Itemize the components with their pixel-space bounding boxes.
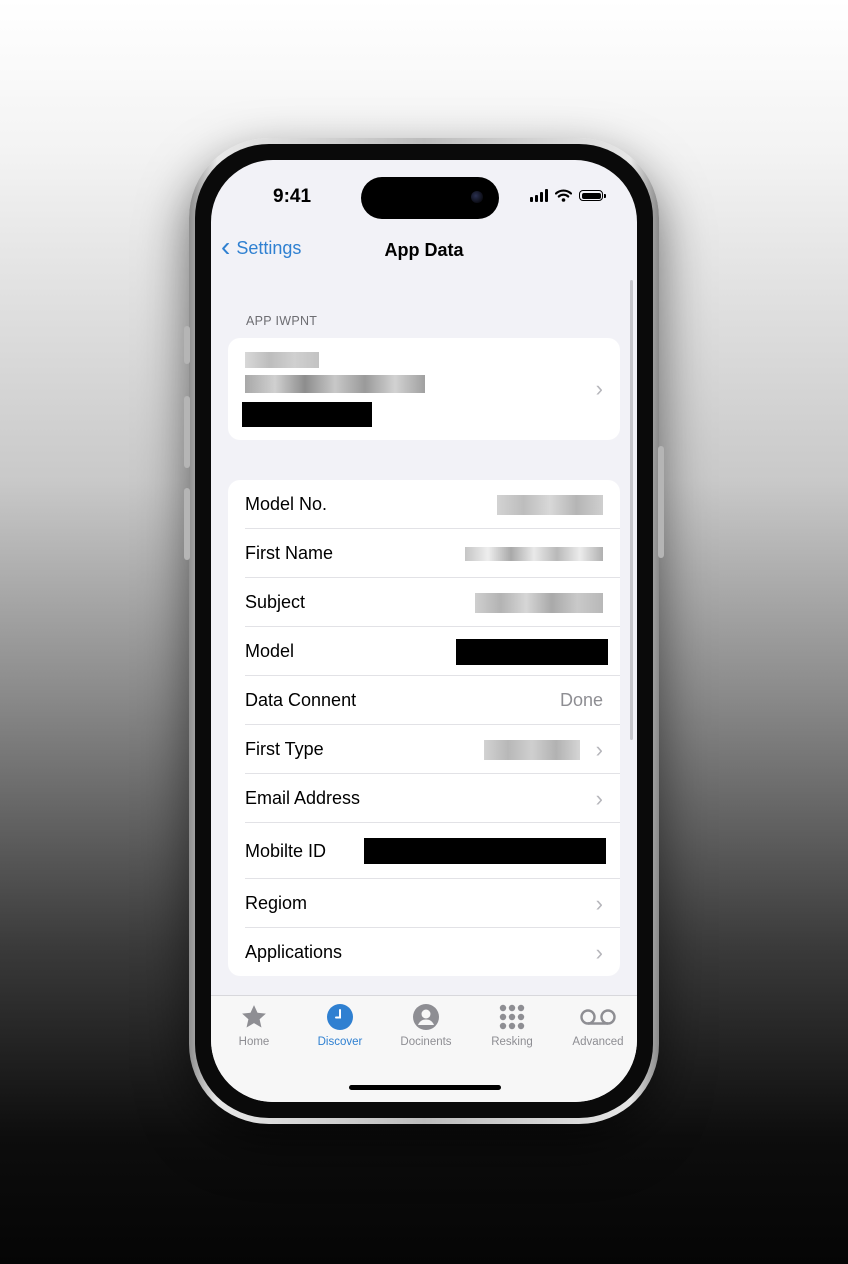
row-label: Model No. [245, 494, 328, 514]
status-time: 9:41 [273, 186, 312, 207]
tab-resking[interactable]: Resking [469, 1002, 555, 1048]
row-applications[interactable]: Applications › [228, 928, 620, 977]
battery-icon [579, 190, 606, 201]
tab-bar: Home Discover Docinents Resking Advanced [211, 995, 637, 1102]
row-label: Email Address [245, 788, 361, 808]
pixelated-value [475, 592, 603, 613]
redaction-bar [364, 838, 606, 864]
pixelated-text [245, 375, 425, 393]
row-label: First Name [245, 543, 334, 563]
row-model[interactable]: Model [228, 627, 620, 676]
voicemail-icon [580, 1009, 616, 1025]
phone-frame: 9:41 ‹ Settings App Data APP IWPNT › Mod… [184, 138, 664, 1124]
redaction-bar [456, 638, 608, 665]
status-icons [530, 189, 606, 202]
tab-label: Advanced [572, 1036, 624, 1048]
row-value: Done [559, 690, 603, 710]
signal-icon [530, 189, 548, 202]
row-subject[interactable]: Subject [228, 578, 620, 627]
row-email-address[interactable]: Email Address › [228, 774, 620, 823]
row-label: Regiom [245, 893, 308, 913]
row-first-name[interactable]: First Name [228, 529, 620, 578]
wifi-icon [555, 189, 572, 202]
row-model-no[interactable]: Model No. [228, 480, 620, 529]
tab-home[interactable]: Home [211, 1002, 297, 1048]
chevron-right-icon: › [595, 736, 603, 762]
tab-docinents[interactable]: Docinents [383, 1002, 469, 1048]
action-button [184, 326, 190, 364]
details-list: Model No. First Name Subject Model Data … [228, 480, 620, 976]
pixelated-value [484, 739, 580, 760]
chevron-right-icon: › [595, 785, 603, 811]
row-label: Model [245, 641, 295, 661]
scrollbar[interactable] [630, 280, 633, 740]
tab-label: Resking [491, 1036, 533, 1048]
bezel: 9:41 ‹ Settings App Data APP IWPNT › Mod… [195, 144, 653, 1118]
row-label: First Type [245, 739, 324, 759]
row-label: Subject [245, 592, 306, 612]
app-info-card[interactable]: › [228, 338, 620, 440]
row-label: Mobilte ID [245, 840, 327, 861]
redaction-bar [242, 402, 372, 427]
row-first-type[interactable]: First Type › [228, 725, 620, 774]
chevron-right-icon: › [595, 890, 603, 916]
tab-advanced[interactable]: Advanced [555, 1002, 637, 1048]
star-icon [242, 1005, 266, 1028]
dynamic-island [361, 177, 499, 219]
chevron-right-icon: › [595, 939, 603, 965]
pixelated-text [245, 352, 319, 368]
clock-icon [327, 1004, 353, 1030]
row-label: Applications [245, 942, 343, 962]
tab-label: Docinents [400, 1036, 452, 1048]
person-icon [413, 1004, 439, 1030]
pixelated-value [497, 494, 603, 515]
screen: 9:41 ‹ Settings App Data APP IWPNT › Mod… [211, 160, 637, 1102]
volume-down-button [184, 488, 190, 560]
row-mobilte-id[interactable]: Mobilte ID [228, 823, 620, 879]
row-label: Data Connent [245, 690, 357, 710]
row-regiom[interactable]: Regiom › [228, 879, 620, 928]
row-data-connent[interactable]: Data Connent Done [228, 676, 620, 725]
power-button [658, 446, 664, 558]
volume-up-button [184, 396, 190, 468]
pixelated-value [465, 546, 603, 561]
page-title: App Data [384, 240, 464, 260]
camera-icon [471, 191, 483, 203]
grid-icon [499, 1004, 525, 1030]
tab-label: Home [238, 1036, 270, 1048]
section-header: APP IWPNT [246, 314, 318, 328]
chevron-right-icon: › [595, 376, 603, 401]
tab-label: Discover [317, 1036, 363, 1048]
tab-discover[interactable]: Discover [297, 1002, 383, 1048]
home-indicator[interactable] [349, 1085, 501, 1090]
